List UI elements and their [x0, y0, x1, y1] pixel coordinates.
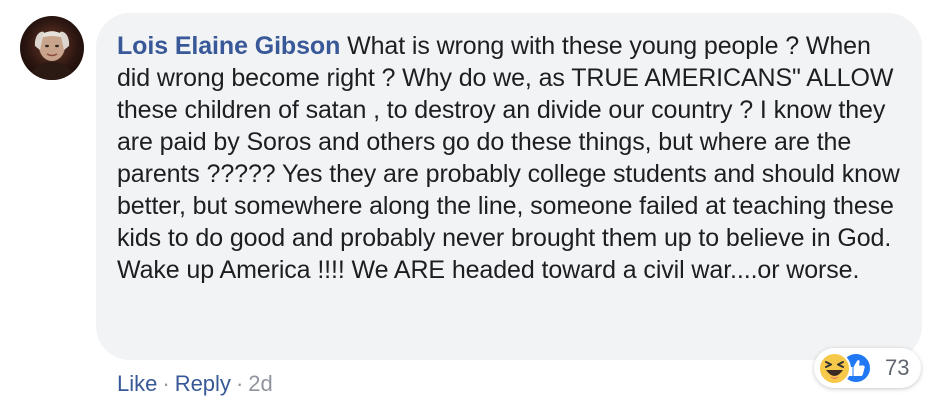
reaction-icons — [818, 351, 876, 385]
timestamp-link[interactable]: 2d — [248, 371, 272, 396]
reactions-summary[interactable]: 73 — [814, 348, 922, 388]
author-avatar[interactable] — [20, 16, 84, 80]
comment-bubble: Lois Elaine Gibson What is wrong with th… — [96, 13, 922, 360]
comment-actions: Like · Reply · 2d — [117, 370, 273, 398]
haha-icon — [818, 352, 851, 385]
reply-button[interactable]: Reply — [175, 371, 231, 396]
author-name-link[interactable]: Lois Elaine Gibson — [117, 32, 340, 60]
comment-body: Lois Elaine Gibson What is wrong with th… — [117, 30, 902, 286]
like-button[interactable]: Like — [117, 371, 157, 396]
comment-text: What is wrong with these young people ? … — [117, 32, 900, 284]
separator-dot: · — [235, 371, 244, 396]
separator-dot: · — [162, 371, 170, 396]
reaction-count: 73 — [885, 355, 910, 380]
